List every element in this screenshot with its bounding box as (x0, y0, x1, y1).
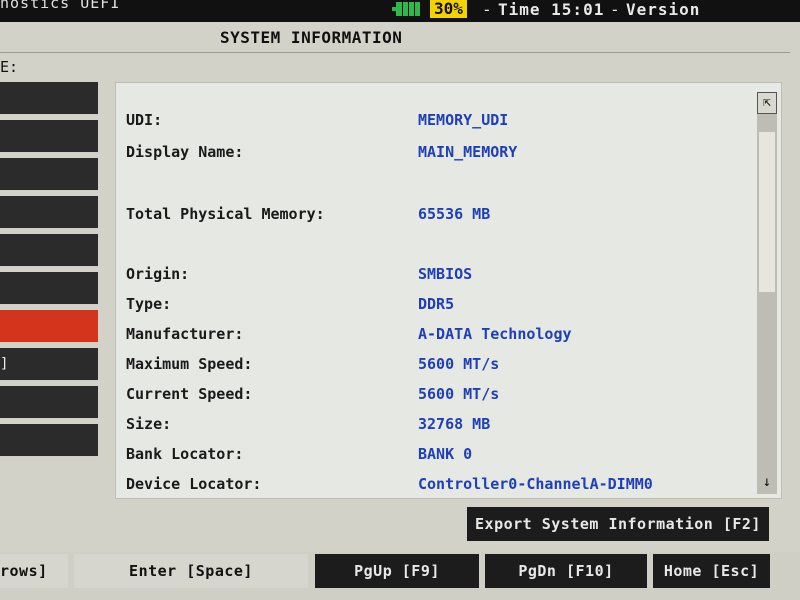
detail-row-bank-locator: Bank Locator: BANK 0 (126, 445, 756, 467)
detail-row-type: Type: DDR5 (126, 295, 756, 317)
detail-key: Type: (126, 295, 172, 313)
detail-row-max-speed: Maximum Speed: 5600 MT/s (126, 355, 756, 377)
detail-key: Bank Locator: (126, 445, 244, 463)
page-up-button[interactable]: PgUp [F9] (315, 554, 479, 588)
separator: - (482, 0, 492, 19)
scroll-thumb[interactable] (759, 132, 775, 292)
detail-value: SMBIOS (418, 265, 473, 283)
detail-key: Size: (126, 415, 172, 433)
detail-value: 5600 MT/s (418, 385, 500, 403)
title-divider (0, 52, 790, 53)
page-title: SYSTEM INFORMATION (220, 28, 403, 47)
detail-key: Manufacturer: (126, 325, 244, 343)
memory-details-panel: UDI: MEMORY_UDI Display Name: MAIN_MEMOR… (115, 82, 782, 499)
separator: - (610, 0, 620, 19)
detail-row-udi: UDI: MEMORY_UDI (126, 111, 756, 133)
left-label: E: (0, 58, 19, 76)
sidebar-item[interactable] (0, 424, 98, 457)
details-scrollbar[interactable]: ⇱ ↓ (757, 92, 777, 494)
top-status-bar: nostics UEFI 30% - Time 15:01 - Version … (0, 0, 800, 38)
detail-value: MEMORY_UDI (418, 111, 509, 129)
detail-value: A-DATA Technology (418, 325, 572, 343)
sidebar-item[interactable] (0, 386, 98, 419)
battery-icon (392, 2, 420, 16)
detail-value: 32768 MB (418, 415, 491, 433)
detail-key: Device Locator: (126, 475, 262, 493)
detail-value: 65536 MB (418, 205, 491, 223)
sidebar-item[interactable] (0, 234, 98, 267)
detail-value: MAIN_MEMORY (418, 143, 518, 161)
export-system-information-button[interactable]: Export System Information [F2] (467, 507, 769, 541)
detail-key: UDI: (126, 111, 163, 129)
detail-row-manufacturer: Manufacturer: A-DATA Technology (126, 325, 756, 347)
page-down-button[interactable]: PgDn [F10] (485, 554, 647, 588)
sidebar-item[interactable] (0, 158, 98, 191)
sidebar-item[interactable] (0, 120, 98, 153)
sidebar-item[interactable] (0, 196, 98, 229)
detail-row-size: Size: 32768 MB (126, 415, 756, 437)
detail-row-origin: Origin: SMBIOS (126, 265, 756, 287)
battery-percent: 30% (430, 0, 467, 18)
time-display: Time 15:01 (498, 0, 605, 19)
scroll-up-arrow-icon[interactable]: ⇱ (757, 92, 777, 114)
arrows-key-hint[interactable]: rows] (0, 554, 68, 588)
detail-value: BANK 0 (418, 445, 473, 463)
enter-key-button[interactable]: Enter [Space] (74, 554, 308, 588)
detail-key: Origin: (126, 265, 190, 283)
detail-key: Current Speed: (126, 385, 253, 403)
home-escape-button[interactable]: Home [Esc] (653, 554, 770, 588)
app-title: nostics UEFI (0, 0, 121, 12)
detail-row-display-name: Display Name: MAIN_MEMORY (126, 143, 756, 165)
scroll-down-arrow-icon[interactable]: ↓ (757, 472, 777, 492)
detail-key: Total Physical Memory: (126, 205, 325, 223)
sidebar-item-selected[interactable] (0, 310, 98, 343)
detail-row-current-speed: Current Speed: 5600 MT/s (126, 385, 756, 407)
sidebar-item[interactable] (0, 272, 98, 305)
detail-key: Maximum Speed: (126, 355, 253, 373)
detail-row-device-locator: Device Locator: Controller0-ChannelA-DIM… (126, 475, 756, 497)
detail-value: Controller0-ChannelA-DIMM0 (418, 475, 653, 493)
sidebar-item[interactable]: ] (0, 348, 98, 381)
detail-row-total-memory: Total Physical Memory: 65536 MB (126, 205, 756, 227)
sidebar-item-label: ] (0, 356, 9, 372)
bottom-key-bar: rows] Enter [Space] PgUp [F9] PgDn [F10]… (0, 552, 800, 600)
detail-value: DDR5 (418, 295, 455, 313)
detail-key: Display Name: (126, 143, 244, 161)
sidebar-item[interactable] (0, 82, 98, 115)
detail-value: 5600 MT/s (418, 355, 500, 373)
